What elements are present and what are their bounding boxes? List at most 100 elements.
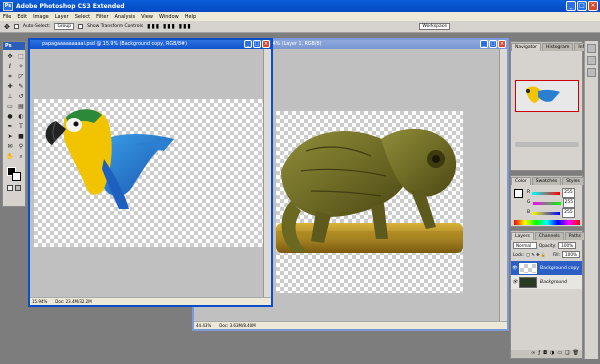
gradient-icon[interactable]: ▤ bbox=[16, 102, 26, 111]
stamp-icon[interactable]: ⊥ bbox=[5, 92, 15, 101]
marquee-icon[interactable]: ⬚ bbox=[16, 52, 26, 61]
zoom-icon[interactable]: ⌕ bbox=[16, 152, 26, 161]
menu-analysis[interactable]: Analysis bbox=[115, 14, 136, 20]
doc-maximize-button[interactable]: □ bbox=[253, 40, 261, 48]
move-icon[interactable]: ✥ bbox=[5, 52, 15, 61]
tab-styles[interactable]: Styles bbox=[562, 177, 584, 185]
shape-icon[interactable]: ■ bbox=[16, 132, 26, 141]
brush-icon[interactable]: ✎ bbox=[16, 82, 26, 91]
menu-view[interactable]: View bbox=[141, 14, 153, 20]
color-ramp[interactable] bbox=[514, 220, 580, 225]
magic-wand-icon[interactable]: ✧ bbox=[16, 62, 26, 71]
type-icon[interactable]: T bbox=[16, 122, 26, 131]
pen-icon[interactable]: ✒ bbox=[5, 122, 15, 131]
tab-swatches[interactable]: Swatches bbox=[531, 177, 562, 185]
blur-icon[interactable]: ● bbox=[5, 112, 15, 121]
eyedropper-icon[interactable]: ⚲ bbox=[16, 142, 26, 151]
vertical-scrollbar[interactable] bbox=[263, 49, 271, 297]
show-transform-checkbox[interactable] bbox=[78, 24, 84, 29]
layer-row-background-copy[interactable]: 👁 Background copy bbox=[511, 261, 582, 275]
quick-mask-icon[interactable] bbox=[7, 185, 13, 191]
document-titlebar[interactable]: papagaaaaaaaaai.psd @ 15.9% (Background … bbox=[30, 40, 271, 49]
opacity-input[interactable]: 100% bbox=[558, 242, 577, 249]
menu-file[interactable]: File bbox=[3, 14, 11, 20]
document-info[interactable]: Doc: 23.4M/32.2M bbox=[55, 299, 91, 304]
lasso-icon[interactable]: ℓ bbox=[5, 62, 15, 71]
g-value[interactable]: 255 bbox=[562, 198, 576, 208]
minimize-button[interactable]: _ bbox=[566, 1, 576, 11]
b-value[interactable]: 255 bbox=[562, 208, 575, 218]
navigator-preview[interactable] bbox=[515, 80, 579, 112]
tab-channels[interactable]: Channels bbox=[534, 232, 564, 240]
menu-filter[interactable]: Filter bbox=[96, 14, 108, 20]
zoom-level[interactable]: 15.94% bbox=[32, 299, 47, 304]
doc-maximize-button[interactable]: □ bbox=[489, 40, 497, 48]
new-layer-icon[interactable]: ❑ bbox=[565, 350, 569, 358]
healing-icon[interactable]: ✚ bbox=[5, 82, 15, 91]
g-slider[interactable] bbox=[532, 201, 561, 205]
notes-icon[interactable]: ✉ bbox=[5, 142, 15, 151]
menu-layer[interactable]: Layer bbox=[55, 14, 69, 20]
screen-mode-icon[interactable] bbox=[15, 185, 21, 191]
doc-close-button[interactable]: × bbox=[498, 40, 506, 48]
tab-layers[interactable]: Layers bbox=[511, 232, 534, 240]
history-brush-icon[interactable]: ↺ bbox=[16, 92, 26, 101]
navigator-zoom-slider[interactable] bbox=[515, 142, 579, 147]
doc-close-button[interactable]: × bbox=[262, 40, 270, 48]
blend-mode-dropdown[interactable]: Normal bbox=[513, 242, 537, 249]
maximize-button[interactable]: □ bbox=[577, 1, 587, 11]
canvas-transparent[interactable] bbox=[276, 111, 463, 293]
canvas-transparent[interactable] bbox=[34, 99, 263, 247]
link-layers-icon[interactable]: ∞ bbox=[531, 350, 535, 358]
slice-icon[interactable]: ◸ bbox=[16, 72, 26, 81]
tab-histogram[interactable]: Histogram bbox=[542, 43, 574, 51]
eye-icon[interactable]: 👁 bbox=[511, 280, 519, 285]
workspace-button[interactable]: Workspace bbox=[419, 23, 450, 30]
adjustment-layer-icon[interactable]: ◑ bbox=[550, 350, 554, 358]
close-button[interactable]: × bbox=[588, 1, 598, 11]
brushes-icon[interactable] bbox=[587, 44, 596, 53]
fill-input[interactable]: 100% bbox=[562, 251, 580, 258]
r-value[interactable]: 255 bbox=[562, 188, 575, 198]
delete-layer-icon[interactable]: 🗑 bbox=[573, 350, 579, 358]
eye-icon[interactable]: 👁 bbox=[511, 266, 519, 271]
path-select-icon[interactable]: ➤ bbox=[5, 132, 15, 141]
layer-row-background[interactable]: 👁 Background bbox=[511, 275, 582, 289]
menu-image[interactable]: Image bbox=[33, 14, 49, 20]
auto-select-dropdown[interactable]: Group bbox=[54, 23, 75, 30]
zoom-level[interactable]: 44.43% bbox=[196, 323, 211, 328]
r-slider[interactable] bbox=[532, 191, 561, 195]
auto-select-checkbox[interactable] bbox=[13, 24, 19, 29]
layer-comps-icon[interactable] bbox=[587, 68, 596, 77]
new-group-icon[interactable]: ▭ bbox=[557, 350, 562, 358]
move-tool-icon[interactable]: ✥ bbox=[4, 23, 10, 31]
doc-minimize-button[interactable]: _ bbox=[244, 40, 252, 48]
tool-presets-icon[interactable] bbox=[587, 56, 596, 65]
document-window-parrot[interactable]: papagaaaaaaaaai.psd @ 15.9% (Background … bbox=[28, 38, 273, 307]
b-slider[interactable] bbox=[532, 211, 561, 215]
layer-style-icon[interactable]: ƒ bbox=[538, 350, 540, 358]
document-info[interactable]: Doc: 3.63M/8.40M bbox=[219, 323, 255, 328]
background-color[interactable] bbox=[12, 172, 21, 181]
layer-mask-icon[interactable]: ◘ bbox=[543, 350, 547, 358]
layer-name[interactable]: Background bbox=[540, 280, 567, 285]
tab-navigator[interactable]: Navigator bbox=[511, 43, 542, 51]
align-buttons[interactable]: ▮▮▮ ▮▮▮ ▮▮▮ bbox=[147, 23, 192, 30]
lock-icons[interactable]: ▢ ✎ ✥ 🔒 bbox=[526, 252, 546, 258]
tab-color[interactable]: Color bbox=[511, 177, 531, 185]
menu-help[interactable]: Help bbox=[185, 14, 196, 20]
hand-icon[interactable]: ✋ bbox=[5, 152, 15, 161]
menu-select[interactable]: Select bbox=[75, 14, 90, 20]
color-foreground-swatch[interactable] bbox=[514, 189, 523, 198]
layer-name[interactable]: Background copy bbox=[540, 266, 579, 271]
eraser-icon[interactable]: ▭ bbox=[5, 102, 15, 111]
color-swatches[interactable] bbox=[3, 165, 25, 183]
menu-edit[interactable]: Edit bbox=[17, 14, 27, 20]
menu-window[interactable]: Window bbox=[159, 14, 179, 20]
crop-icon[interactable]: ⌗ bbox=[5, 72, 15, 81]
tab-paths[interactable]: Paths bbox=[564, 232, 585, 240]
canvas-area[interactable] bbox=[30, 49, 263, 297]
doc-minimize-button[interactable]: _ bbox=[480, 40, 488, 48]
vertical-scrollbar[interactable] bbox=[499, 49, 507, 321]
dodge-icon[interactable]: ◐ bbox=[16, 112, 26, 121]
